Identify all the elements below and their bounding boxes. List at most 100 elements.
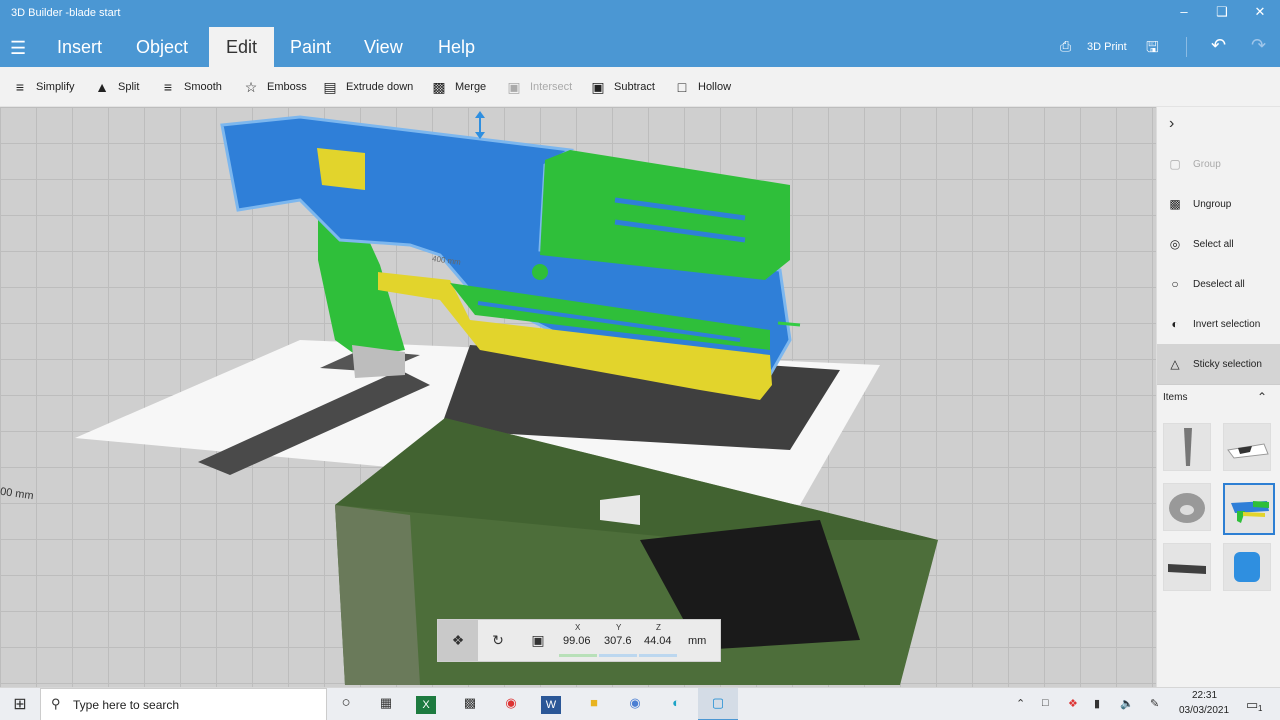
clock-time[interactable]: 22:31 [1192,690,1217,701]
deselect-all-label: Deselect all [1193,278,1245,290]
minimize-button[interactable]: – [1174,4,1194,19]
select-all-icon: ◎ [1169,237,1181,251]
tray-device-icon[interactable]: □ [1042,697,1049,709]
save-icon[interactable]: 🖫 [1146,37,1159,62]
group-icon: ▢ [1169,157,1181,171]
close-button[interactable]: ✕ [1250,4,1270,20]
3d-print-button[interactable]: 3D Print [1087,41,1127,53]
clock-date[interactable]: 03/03/2021 [1179,705,1229,716]
windows-start-icon[interactable]: ⊞ [8,694,32,714]
y-value[interactable]: 307.6 [604,635,632,647]
smooth-icon: ≡ [163,79,173,95]
tab-insert[interactable]: Insert [47,27,112,67]
photo-box-side [335,505,420,685]
3d-builder-icon[interactable]: ▢ [706,695,730,711]
excel-icon[interactable]: X [416,696,436,714]
move-icon[interactable]: ❖ [438,620,478,661]
cylinder-thumb-icon [1234,552,1260,582]
subtract-icon: ▣ [591,78,605,95]
chrome-alt-icon[interactable]: ◉ [623,695,647,711]
item-thumb-cylinder[interactable] [1223,543,1271,591]
y-bar [599,654,637,657]
select-all-button[interactable]: ◎ Select all [1157,224,1280,264]
hollow-icon: □ [677,79,687,95]
rotate-icon[interactable]: ↻ [478,620,518,661]
x-value[interactable]: 99.06 [563,635,591,647]
tab-object[interactable]: Object [126,27,198,67]
model-yellow-window [317,148,365,190]
smooth-label: Smooth [184,81,222,93]
menu-divider [1186,37,1187,57]
body-circle [532,264,548,280]
z-value[interactable]: 44.04 [644,635,672,647]
task-view-icon[interactable]: ▦ [374,695,398,711]
pistol-thumb-icon [1227,443,1269,459]
group-button[interactable]: ▢ Group [1157,144,1280,184]
ungroup-button[interactable]: ▩ Ungroup [1157,184,1280,224]
item-thumb-ring[interactable] [1163,483,1211,531]
item-thumb-plate[interactable] [1163,543,1211,591]
tab-paint[interactable]: Paint [280,27,341,67]
notification-icon[interactable]: ▭ [1246,697,1258,713]
simplify-label: Simplify [36,81,75,93]
taskbar-search[interactable]: ⚲ Type here to search [40,688,327,720]
undo-icon[interactable]: ↶ [1211,35,1226,56]
cortana-icon[interactable]: ○ [334,694,358,711]
sticky-selection-button[interactable]: △ Sticky selection [1157,344,1280,384]
x-bar [559,654,597,657]
app-c-icon[interactable]: ◐ [664,695,688,710]
tab-edit[interactable]: Edit [209,27,274,67]
store-icon[interactable]: ▩ [458,695,482,711]
move-z-arrow-head-up [475,111,485,118]
invert-selection-button[interactable]: ◐ Invert selection [1157,304,1280,344]
photo-gun-detail [600,495,640,525]
smooth-button[interactable]: ≡ Smooth [158,77,222,97]
hamburger-menu-icon[interactable]: ☰ [10,38,26,59]
item-thumb-gun[interactable] [1223,483,1275,535]
deselect-all-button[interactable]: ○ Deselect all [1157,264,1280,304]
taskbar: ⊞ ⚲ Type here to search ○ ▦ X ▩ ◉ W ■ ◉ … [0,687,1280,720]
collapse-items-chevron-icon[interactable]: ⌃ [1257,390,1267,404]
scale-icon[interactable]: ▣ [518,620,558,661]
scene-canvas [75,111,938,685]
intersect-button[interactable]: ▣ Intersect [504,77,572,97]
simplify-icon: ≡ [15,79,25,95]
redo-icon[interactable]: ↷ [1251,35,1266,56]
tray-app-icon[interactable]: ❖ [1068,697,1078,710]
simplify-button[interactable]: ≡ Simplify [10,77,75,97]
printer-icon[interactable]: ⎙ [1060,38,1071,55]
search-icon: ⚲ [51,696,61,711]
edit-toolbar: ≡ Simplify ▲ Split ≡ Smooth ☆ Emboss ▤ Extrud… [0,67,1280,107]
tab-help[interactable]: Help [428,27,485,67]
split-label: Split [118,81,140,93]
extrude-down-button[interactable]: ▤ Extrude down [320,77,413,97]
merge-button[interactable]: ▩ Merge [429,77,486,97]
extrude-down-icon: ▤ [323,78,337,95]
file-explorer-icon[interactable]: ■ [582,695,606,710]
maximize-button[interactable]: ❑ [1212,4,1232,20]
unit-label[interactable]: mm [688,635,706,647]
blade-thumb-icon [1184,428,1192,466]
volume-icon[interactable]: 🔈 [1120,697,1134,710]
item-thumb-pistol[interactable] [1223,423,1271,471]
collapse-chevron-icon[interactable]: › [1169,115,1174,133]
invert-selection-icon: ◐ [1171,317,1179,331]
chrome-icon[interactable]: ◉ [499,695,523,711]
z-label: Z [656,623,661,632]
3d-viewport[interactable]: 400 mm 00 mm [0,107,1156,687]
gun-thumb-icon [1231,501,1269,523]
item-thumb-blade[interactable] [1163,423,1211,471]
emboss-label: Emboss [267,81,307,93]
subtract-button[interactable]: ▣ Subtract [588,77,655,97]
x-label: X [575,623,581,632]
hollow-button[interactable]: □ Hollow [672,77,731,97]
move-x-arrow[interactable] [777,321,801,327]
tab-view[interactable]: View [354,27,413,67]
split-button[interactable]: ▲ Split [92,77,139,97]
word-icon[interactable]: W [541,696,561,714]
emboss-button[interactable]: ☆ Emboss [241,77,307,97]
pen-icon[interactable]: ✎ [1150,697,1159,710]
tray-chevron-icon[interactable]: ⌃ [1016,697,1025,710]
title-bar: 3D Builder -blade start – ❑ ✕ [0,0,1280,27]
battery-icon[interactable]: ▮ [1094,697,1100,710]
